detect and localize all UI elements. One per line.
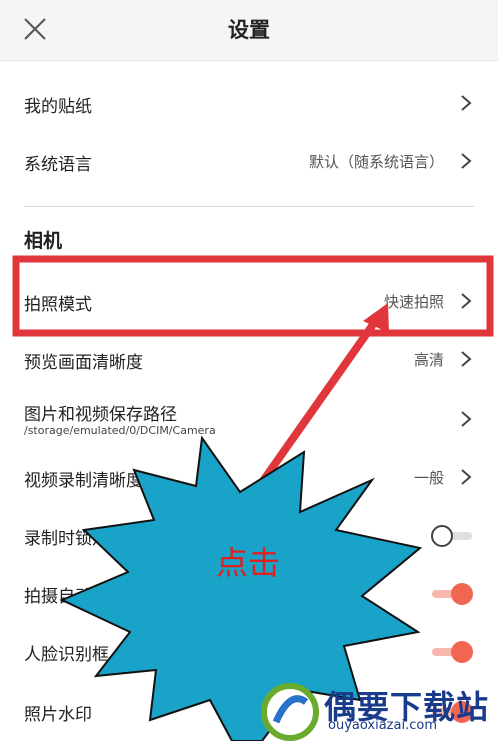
setting-label: 照片水印 <box>24 705 92 725</box>
watermark-url: ouyaoxiazai.com <box>328 718 437 733</box>
setting-value: 默认（随系统语言） <box>308 153 444 171</box>
setting-value: 快速拍照 <box>383 293 444 311</box>
section-divider <box>24 206 474 207</box>
chevron-right-icon <box>461 411 472 427</box>
setting-video-quality[interactable]: 视频录制清晰度 一般 <box>0 456 498 500</box>
chevron-right-icon <box>461 469 472 485</box>
setting-save-path[interactable]: 图片和视频保存路径 /storage/emulated/0/DCIM/Camer… <box>0 396 498 446</box>
chevron-right-icon <box>461 95 472 111</box>
setting-label: 人脸识别框 <box>24 645 109 665</box>
setting-system-language[interactable]: 系统语言 默认（随系统语言） <box>0 140 498 184</box>
setting-label: 视频录制清晰度 <box>24 471 143 491</box>
setting-label: 预览画面清晰度 <box>24 353 143 373</box>
chevron-right-icon <box>461 293 472 309</box>
setting-face-detection: 人脸识别框 <box>0 630 498 674</box>
title-bar: 设置 <box>0 0 498 61</box>
toggle-switch-on[interactable] <box>430 581 474 607</box>
setting-value: 一般 <box>413 469 444 487</box>
setting-label: 拍照模式 <box>24 295 92 315</box>
setting-label: 录制时锁定画面 <box>24 529 143 549</box>
setting-label: 拍摄自动旋转 <box>24 587 126 607</box>
setting-label: 我的贴纸 <box>24 97 92 117</box>
setting-preview-quality[interactable]: 预览画面清晰度 高清 <box>0 338 498 382</box>
setting-my-stickers[interactable]: 我的贴纸 <box>0 82 498 126</box>
toggle-switch-on[interactable] <box>430 639 474 665</box>
setting-shooting-mode[interactable]: 拍照模式 快速拍照 <box>0 280 498 324</box>
chevron-right-icon <box>461 351 472 367</box>
save-path-text: /storage/emulated/0/DCIM/Camera <box>24 424 216 437</box>
section-title-camera: 相机 <box>24 230 63 252</box>
setting-label: 系统语言 <box>24 155 92 175</box>
chevron-right-icon <box>461 153 472 169</box>
page-title: 设置 <box>228 18 270 42</box>
callout-text: 点击 <box>216 544 281 582</box>
setting-label: 图片和视频保存路径 <box>24 405 177 425</box>
setting-value: 高清 <box>413 351 444 369</box>
toggle-switch-off[interactable] <box>430 523 474 549</box>
